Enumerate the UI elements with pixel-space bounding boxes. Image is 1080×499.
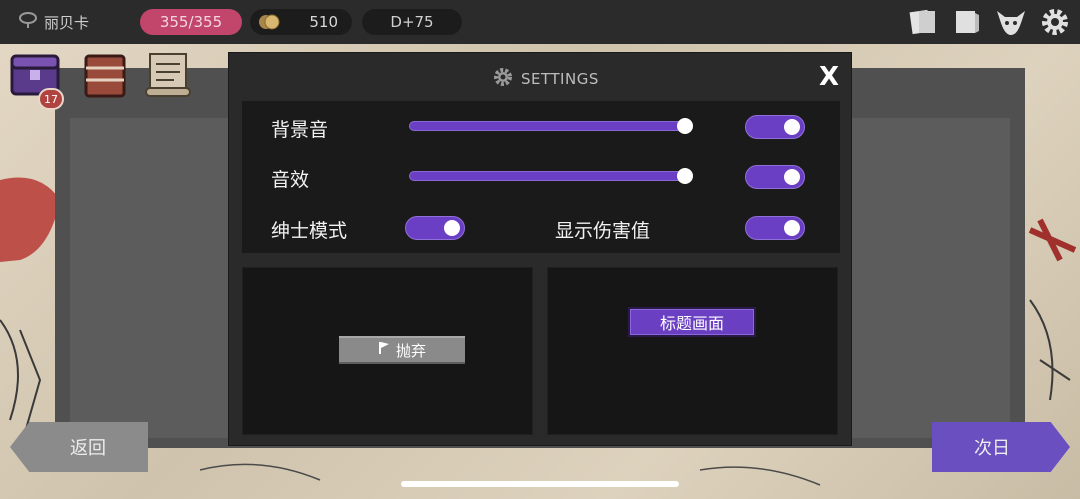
bgm-label: 背景音 [271,119,329,141]
title-screen-panel: 标题画面 [547,267,838,435]
bgm-toggle[interactable] [745,115,805,139]
gentleman-mode-toggle-knob [444,220,460,236]
scroll-icon[interactable] [142,48,196,102]
gentleman-mode-toggle[interactable] [405,216,465,240]
gear-icon[interactable] [1038,6,1072,38]
modal-title: SETTINGS [493,67,599,91]
back-button[interactable]: 返回 [10,422,148,472]
player-info: 丽贝卡 [18,10,89,34]
settings-modal: SETTINGS X 背景音 音效 绅士模式 显示伤害值 抛弃 标题画面 [228,52,852,446]
sfx-toggle-knob [784,169,800,185]
top-bar: 丽贝卡 355/355 510 D+75 [0,0,1080,44]
book-chest-icon[interactable] [78,48,132,102]
chest-count-badge: 17 [38,88,64,110]
damage-display-label: 显示伤害值 [555,220,651,242]
sfx-toggle[interactable] [745,165,805,189]
flag-icon [378,341,390,359]
gold-display: 510 [250,9,352,35]
gentleman-mode-label: 绅士模式 [271,220,348,242]
next-day-button[interactable]: 次日 [932,422,1070,472]
settings-title-text: SETTINGS [521,70,599,88]
settings-gear-icon [493,67,513,91]
day-counter: D+75 [362,9,462,35]
hp-display: 355/355 [140,9,242,35]
top-icon-bar [906,6,1072,38]
damage-display-toggle[interactable] [745,216,805,240]
home-indicator[interactable] [401,481,679,487]
demon-mask-icon[interactable] [994,6,1028,38]
bgm-volume-slider[interactable] [409,121,689,131]
title-screen-button[interactable]: 标题画面 [628,307,756,337]
gold-amount: 510 [309,13,338,31]
abandon-label: 抛弃 [395,341,426,360]
sfx-label: 音效 [271,169,310,191]
modal-header: SETTINGS X [229,53,853,101]
bgm-toggle-knob [784,119,800,135]
player-avatar-icon [18,10,38,34]
close-button[interactable]: X [817,64,841,90]
journal-icon[interactable] [950,6,984,38]
gold-coin-icon [258,13,280,31]
bgm-volume-knob[interactable] [677,118,693,134]
sfx-volume-knob[interactable] [677,168,693,184]
abandon-button[interactable]: 抛弃 [339,336,465,364]
settings-options-box: 背景音 音效 绅士模式 显示伤害值 [242,101,840,253]
abandon-panel: 抛弃 [242,267,533,435]
damage-display-toggle-knob [784,220,800,236]
player-name: 丽贝卡 [44,13,90,32]
sfx-volume-slider[interactable] [409,171,689,181]
cards-icon[interactable] [906,6,940,38]
